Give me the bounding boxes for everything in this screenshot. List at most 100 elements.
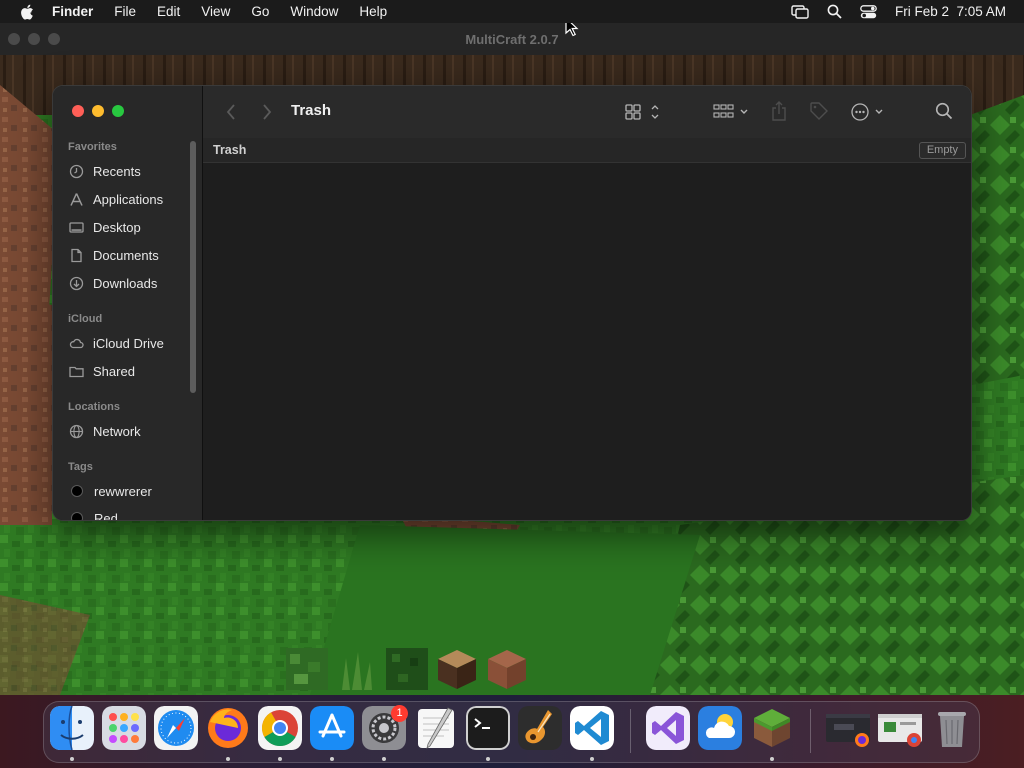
back-button[interactable] [225,103,237,121]
game-window-controls [8,33,60,45]
window-controls [72,105,124,117]
sidebar-item-label: rewwrerer [94,483,152,499]
screen-mirroring-icon[interactable] [791,4,809,19]
dock-trash-icon[interactable] [930,706,974,750]
close-button[interactable] [72,105,84,117]
finder-toolbar: Trash [203,86,971,139]
sidebar-item-label: Shared [93,363,135,379]
menu-edit[interactable]: Edit [157,4,180,19]
running-indicator [278,757,282,761]
sidebar-item-desktop[interactable]: Desktop [69,216,141,238]
sidebar-header-locations: Locations [68,401,120,413]
game-hotbar[interactable] [286,648,528,690]
dock-minimized-window-firefox[interactable] [824,706,872,750]
tag-icon[interactable] [809,101,829,121]
running-indicator [330,757,334,761]
notification-badge: 1 [391,705,408,722]
dock-firefox-icon[interactable] [206,706,250,750]
dock-finder-icon[interactable] [50,706,94,750]
menu-app-name[interactable]: Finder [52,4,93,19]
dock-multicraft-icon[interactable] [750,706,794,750]
game-window-title: MultiCraft 2.0.7 [465,31,559,47]
dock-weather-icon[interactable] [698,706,742,750]
dock-textedit-icon[interactable] [414,706,458,750]
dock-separator [810,709,811,753]
menubar-clock[interactable]: Fri Feb 2 7:05 AM [895,4,1006,19]
dock-chrome-icon[interactable] [258,706,302,750]
dock-launchpad-icon[interactable] [102,706,146,750]
game-zoom-button[interactable] [48,33,60,45]
finder-content: Trash Trash Empty [203,86,971,520]
hotbar-slot-grass[interactable] [286,648,328,690]
apple-menu-icon[interactable] [20,4,34,20]
sidebar-item-network[interactable]: Network [69,420,141,442]
sidebar-header-favorites: Favorites [68,141,117,153]
hotbar-slot-oak-log[interactable] [436,648,478,690]
menu-help[interactable]: Help [359,4,387,19]
dock-visual-studio-icon[interactable] [646,706,690,750]
game-minimize-button[interactable] [28,33,40,45]
sidebar-item-label: Applications [93,191,164,207]
sidebar-item-label: Documents [93,247,159,263]
sidebar-item-icloud-drive[interactable]: iCloud Drive [69,332,164,354]
dock-safari-icon[interactable] [154,706,198,750]
document-icon [71,248,82,262]
game-window-titlebar[interactable]: MultiCraft 2.0.7 [0,23,1024,55]
sidebar-tag-rewwrerer[interactable]: rewwrerer [69,480,152,502]
game-close-button[interactable] [8,33,20,45]
sidebar-item-label: Desktop [93,219,141,235]
running-indicator [486,757,490,761]
badge-count: 1 [396,707,403,719]
running-indicator [770,757,774,761]
sidebar-tag-red[interactable]: Red [69,507,118,521]
dock-separator [630,709,631,753]
sidebar-item-documents[interactable]: Documents [69,244,159,266]
sidebar-item-applications[interactable]: Applications [69,188,163,210]
clock-icon [69,164,84,178]
download-icon [69,276,84,290]
menu-window[interactable]: Window [290,4,338,19]
finder-window[interactable]: Favorites Recents Applications Desktop D… [52,85,972,521]
dock-app-store-icon[interactable] [310,706,354,750]
sidebar-item-label: Red [94,510,118,521]
control-center-icon[interactable] [860,4,877,19]
hotbar-slot-leaves[interactable] [386,648,428,690]
trash-header-bar: Trash Empty [203,138,971,163]
sidebar-header-tags: Tags [68,461,93,473]
hotbar-slot-tall-grass[interactable] [336,648,378,690]
running-indicator [382,757,386,761]
running-indicator [226,757,230,761]
menu-go[interactable]: Go [251,4,269,19]
sidebar-item-shared[interactable]: Shared [69,360,135,382]
sidebar-header-icloud: iCloud [68,313,103,325]
finder-sidebar: Favorites Recents Applications Desktop D… [53,86,203,521]
dock-terminal-icon[interactable] [466,706,510,750]
sidebar-item-label: Network [93,423,141,439]
dock-garageband-icon[interactable] [518,706,562,750]
file-list-area[interactable] [203,163,971,520]
sidebar-scrollbar[interactable] [190,141,196,393]
hotbar-slot-dirt[interactable] [486,648,528,690]
search-icon[interactable] [935,102,953,120]
trash-header-label: Trash [213,143,247,157]
cloud-icon [69,338,84,348]
menu-view[interactable]: View [201,4,230,19]
group-by-button[interactable] [713,103,751,121]
menu-file[interactable]: File [114,4,136,19]
tag-color-dot [71,512,83,520]
zoom-button[interactable] [112,105,124,117]
dock-minimized-window-chrome[interactable] [876,706,924,750]
share-icon[interactable] [771,100,787,122]
sidebar-item-recents[interactable]: Recents [69,160,141,182]
more-actions-button[interactable] [851,102,887,122]
minimize-button[interactable] [92,105,104,117]
forward-button[interactable] [261,103,273,121]
sidebar-item-label: iCloud Drive [93,335,164,351]
sidebar-item-downloads[interactable]: Downloads [69,272,157,294]
applications-icon [70,192,83,206]
view-mode-button[interactable] [625,103,663,121]
dock-vscode-icon[interactable] [570,706,614,750]
empty-trash-button[interactable]: Empty [918,142,966,159]
sidebar-item-label: Recents [93,163,141,179]
spotlight-icon[interactable] [827,4,842,19]
